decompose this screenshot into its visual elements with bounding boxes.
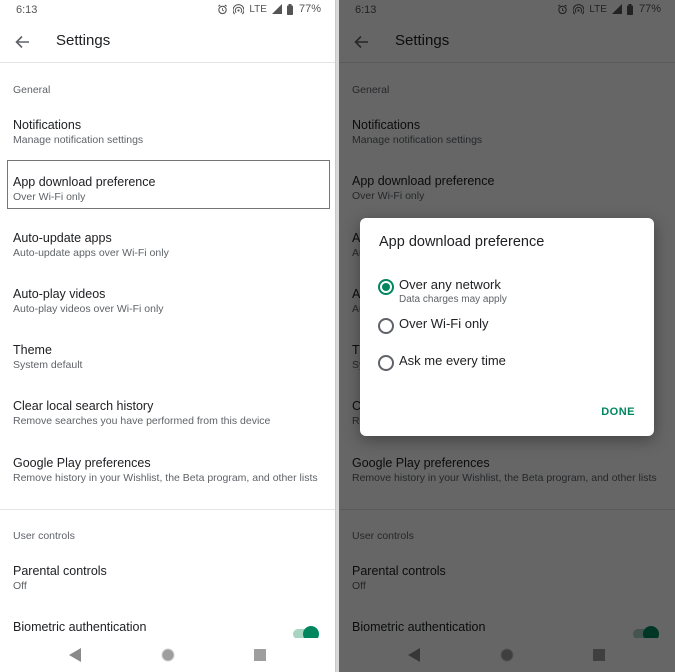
- option-label: Ask me every time: [399, 353, 506, 368]
- option-ask-every-time[interactable]: Ask me every time: [378, 353, 644, 385]
- settings-screen: 6:13 LTE 77% Settings General Notificati…: [0, 0, 336, 672]
- option-sublabel: Data charges may apply: [399, 294, 507, 305]
- option-over-wifi-only[interactable]: Over Wi-Fi only: [378, 316, 644, 348]
- radio-button[interactable]: [378, 355, 394, 371]
- settings-screen-with-dialog: 6:13 LTE 77% Settings General Notificati…: [339, 0, 675, 672]
- radio-button[interactable]: [378, 318, 394, 334]
- option-label: Over any network: [399, 277, 501, 292]
- recents-square-icon[interactable]: [254, 649, 266, 661]
- radio-button-checked[interactable]: [378, 279, 394, 295]
- option-label: Over Wi-Fi only: [399, 316, 489, 331]
- done-button[interactable]: DONE: [601, 406, 635, 418]
- option-over-any-network[interactable]: Over any network Data charges may apply: [378, 277, 644, 309]
- dialog-title: App download preference: [379, 234, 545, 250]
- home-circle-icon[interactable]: [161, 648, 175, 662]
- back-triangle-icon[interactable]: [69, 648, 81, 662]
- toggle-thumb: [303, 626, 319, 638]
- biometric-toggle[interactable]: [293, 626, 319, 638]
- system-nav-bar: [0, 638, 335, 672]
- app-download-preference-dialog: App download preference Over any network…: [360, 218, 654, 436]
